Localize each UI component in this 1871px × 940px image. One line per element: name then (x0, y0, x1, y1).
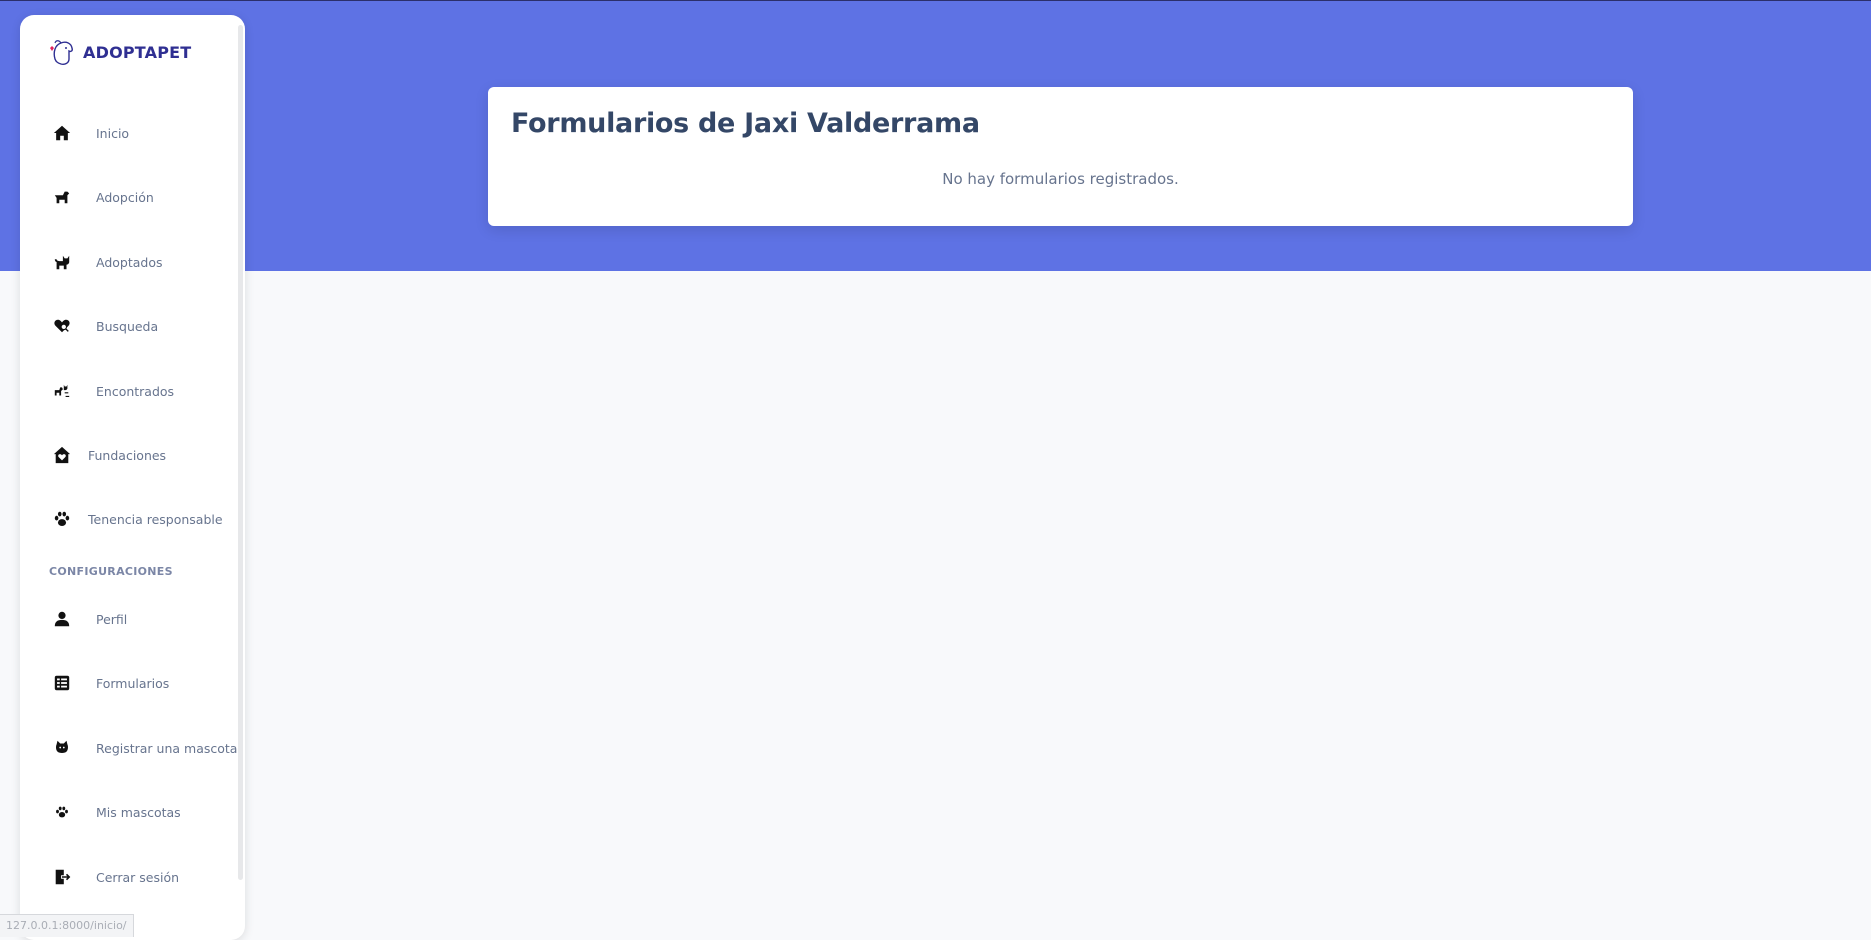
dog-icon (52, 187, 72, 207)
sidebar-item-fundaciones[interactable]: Fundaciones (20, 435, 240, 475)
sidebar-item-label: Busqueda (96, 318, 159, 334)
sidebar-item-cerrar-sesion[interactable]: Cerrar sesión (20, 857, 240, 897)
empty-state-message: No hay formularios registrados. (942, 170, 1179, 188)
sidebar-item-label: Inicio (96, 125, 130, 141)
sidebar-item-label: Encontrados (96, 383, 175, 399)
dog-logo-icon (50, 40, 73, 65)
sidebar: ADOPTAPET Inicio Adopción Adoptados Busq… (20, 15, 245, 940)
sidebar-item-label: Mis mascotas (96, 804, 181, 820)
page-title: Formularios de Jaxi Valderrama (511, 108, 980, 139)
sidebar-item-label: Tenencia responsable (88, 511, 223, 527)
sidebar-item-encontrados[interactable]: Encontrados (20, 371, 240, 411)
browser-status-url: 127.0.0.1:8000/inicio/ (0, 914, 134, 937)
sidebar-item-busqueda[interactable]: Busqueda (20, 306, 240, 346)
heart-search-icon (52, 316, 72, 336)
cat-face-icon (52, 738, 72, 758)
sidebar-item-adopcion[interactable]: Adopción (20, 177, 240, 217)
sidebar-item-registrar-mascota[interactable]: Registrar una mascota (20, 728, 240, 768)
sidebar-item-tenencia-responsable[interactable]: Tenencia responsable (20, 499, 240, 539)
sidebar-item-label: Adoptados (96, 254, 163, 270)
logout-icon (52, 867, 72, 887)
sidebar-item-formularios[interactable]: Formularios (20, 663, 240, 703)
sidebar-item-label: Registrar una mascota (96, 740, 238, 756)
sidebar-item-label: Cerrar sesión (96, 869, 180, 885)
brand-logo[interactable]: ADOPTAPET (47, 35, 191, 69)
cat-icon (52, 252, 72, 272)
paw-icon (52, 509, 72, 529)
user-icon (52, 609, 72, 629)
sidebar-item-label: Formularios (96, 675, 170, 691)
sidebar-item-perfil[interactable]: Perfil (20, 599, 240, 639)
form-icon (52, 673, 72, 693)
sidebar-item-adoptados[interactable]: Adoptados (20, 242, 240, 282)
brand-name: ADOPTAPET (83, 42, 192, 62)
paw-icon (52, 802, 72, 822)
section-title-configuraciones: CONFIGURACIONES (49, 565, 173, 578)
sidebar-item-label: Fundaciones (88, 447, 167, 463)
sidebar-item-label: Adopción (96, 189, 154, 205)
forms-card: Formularios de Jaxi Valderrama No hay fo… (488, 87, 1633, 226)
sidebar-item-label: Perfil (96, 611, 128, 627)
sidebar-item-mis-mascotas[interactable]: Mis mascotas (20, 792, 240, 832)
sidebar-item-inicio[interactable]: Inicio (20, 113, 240, 153)
dog-cat-icon (52, 381, 72, 401)
home-icon (52, 123, 72, 143)
house-heart-icon (52, 445, 72, 465)
